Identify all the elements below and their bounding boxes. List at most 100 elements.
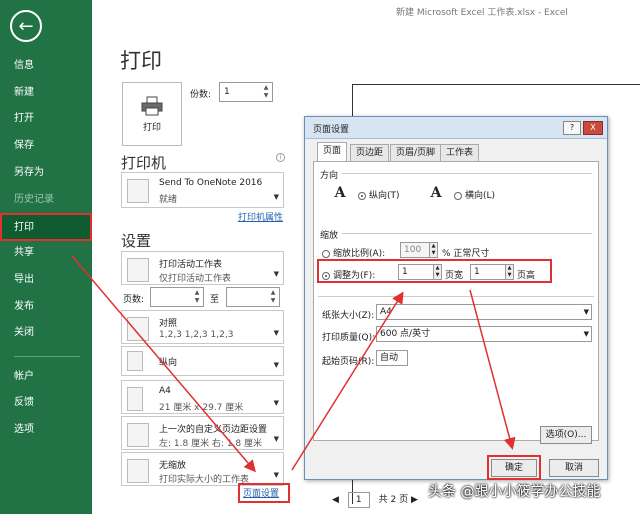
dialog-title: 页面设置	[313, 125, 350, 135]
adjust-to-radio[interactable]: 缩放比例(A):	[322, 246, 385, 259]
nav-divider	[14, 356, 80, 357]
tab-header-footer[interactable]: 页眉/页脚	[390, 144, 442, 161]
spin-up-icon[interactable]: ▲	[269, 289, 277, 297]
paper-size-dropdown[interactable]: A4 21 厘米 x 29.7 厘米 ▼	[121, 380, 284, 414]
print-scope-dropdown[interactable]: 打印活动工作表 仅打印活动工作表 ▼	[121, 251, 284, 285]
scaling-dropdown[interactable]: 无缩放 打印实际大小的工作表 ▼	[121, 452, 284, 486]
chevron-down-icon: ▼	[273, 270, 279, 278]
printer-dropdown[interactable]: Send To OneNote 2016 就绪 ▼	[121, 172, 284, 208]
page-setup-dialog: 页面设置 ? X 页面 页边距 页眉/页脚 工作表 方向 A 纵向(T) A 横…	[304, 116, 608, 480]
back-arrow-icon[interactable]: ←	[10, 10, 42, 42]
options-button[interactable]: 选项(O)...	[540, 426, 592, 444]
orientation-group-label: 方向	[320, 171, 339, 181]
paper-size-select[interactable]: A4 ▼	[376, 304, 592, 320]
tab-margins[interactable]: 页边距	[350, 144, 390, 161]
ok-button[interactable]: 确定	[491, 459, 537, 477]
chevron-down-icon: ▼	[583, 308, 589, 316]
printer-icon	[141, 96, 163, 115]
fit-pages-wide-input[interactable]: 1	[398, 264, 434, 280]
adjust-to-label: 缩放比例(A):	[333, 249, 386, 259]
tab-sheet[interactable]: 工作表	[440, 144, 480, 161]
nav-feedback[interactable]: 反馈	[0, 390, 92, 416]
scale-percent-input[interactable]: 100	[400, 242, 430, 258]
orientation-value: 纵向	[159, 358, 178, 368]
portrait-icon: A	[334, 185, 346, 201]
scale-spin-icon[interactable]: ▲ ▼	[429, 242, 438, 258]
scaling-line2: 打印实际大小的工作表	[159, 475, 250, 485]
nav-options[interactable]: 选项	[0, 417, 92, 443]
print-quality-value: 600 点/英寸	[380, 329, 431, 339]
chevron-down-icon: ▼	[273, 329, 279, 337]
landscape-radio[interactable]: 横向(L)	[454, 188, 495, 201]
nav-save[interactable]: 保存	[0, 133, 92, 159]
percent-normal-label: % 正常尺寸	[442, 249, 490, 259]
spin-down-icon[interactable]: ▼	[193, 297, 201, 305]
collate-dropdown[interactable]: 对照 1,2,3 1,2,3 1,2,3 ▼	[121, 310, 284, 344]
nav-publish[interactable]: 发布	[0, 294, 92, 320]
spin-up-icon[interactable]: ▲	[193, 289, 201, 297]
tab-panel: 方向 A 纵向(T) A 横向(L) 缩放 缩放比例(A): 100 ▲ ▼ % …	[313, 161, 599, 444]
page-setup-link[interactable]: 页面设置	[243, 486, 279, 499]
spin-up-icon[interactable]: ▲	[262, 84, 270, 92]
tall-spin-icon[interactable]: ▲ ▼	[505, 264, 514, 280]
prev-page-icon[interactable]: ◀	[332, 495, 339, 505]
next-page-icon[interactable]: ▶	[411, 495, 418, 505]
divider	[318, 296, 594, 297]
page-total: 共 2 页	[378, 495, 409, 505]
pages-to-input[interactable]: ▲ ▼	[226, 287, 280, 307]
first-page-label: 起始页码(R):	[322, 357, 375, 367]
nav-new[interactable]: 新建	[0, 80, 92, 106]
print-button-label: 打印	[142, 122, 161, 133]
info-icon[interactable]: i	[276, 153, 285, 162]
pages-from-input[interactable]: ▲ ▼	[150, 287, 204, 307]
radio-icon	[322, 249, 330, 258]
nav-share[interactable]: 共享	[0, 240, 92, 266]
printer-name: Send To OneNote 2016	[159, 178, 263, 188]
fit-pages-tall-input[interactable]: 1	[470, 264, 506, 280]
paper-size-value: A4	[380, 307, 392, 317]
pages-tall-label: 页高	[517, 271, 536, 281]
chevron-down-icon: ▼	[273, 471, 279, 479]
chevron-down-icon: ▼	[583, 330, 589, 338]
radio-selected-icon	[358, 191, 366, 200]
scaling-icon	[127, 459, 149, 483]
chevron-down-icon: ▼	[273, 399, 279, 407]
wide-spin-icon[interactable]: ▲ ▼	[433, 264, 442, 280]
pages-label: 页数:	[123, 295, 145, 305]
landscape-icon: A	[430, 185, 442, 201]
help-button[interactable]: ?	[563, 121, 581, 135]
scope-line2: 仅打印活动工作表	[159, 274, 232, 284]
radio-icon	[454, 191, 462, 200]
nav-account[interactable]: 帐户	[0, 364, 92, 390]
margins-line2: 左: 1.8 厘米 右: 1.8 厘米	[159, 439, 262, 449]
margins-dropdown[interactable]: 上一次的自定义页边距设置 左: 1.8 厘米 右: 1.8 厘米 ▼	[121, 416, 284, 450]
spin-down-icon[interactable]: ▼	[262, 92, 270, 100]
printer-section-title: 打印机	[121, 154, 167, 172]
nav-save-as[interactable]: 另存为	[0, 160, 92, 186]
close-button[interactable]: X	[583, 121, 603, 135]
nav-export[interactable]: 导出	[0, 267, 92, 293]
orientation-dropdown[interactable]: 纵向 ▼	[121, 346, 284, 376]
paper-size-label: 纸张大小(Z):	[322, 311, 375, 321]
nav-info[interactable]: 信息	[0, 53, 92, 79]
sheet-icon	[127, 258, 149, 282]
nav-close[interactable]: 关闭	[0, 320, 92, 346]
fit-to-radio[interactable]: 调整为(F):	[322, 268, 375, 281]
scaling-line1: 无缩放	[159, 461, 187, 471]
dialog-titlebar: 页面设置 ? X	[305, 117, 607, 139]
copies-stepper[interactable]: 1 ▲ ▼	[219, 82, 273, 102]
first-page-input[interactable]: 自动	[376, 350, 408, 366]
spin-down-icon[interactable]: ▼	[269, 297, 277, 305]
cancel-button[interactable]: 取消	[549, 459, 599, 477]
print-quality-select[interactable]: 600 点/英寸 ▼	[376, 326, 592, 342]
tab-page[interactable]: 页面	[317, 142, 348, 162]
print-button[interactable]: 打印	[122, 82, 182, 146]
page-number-input[interactable]: 1	[347, 492, 370, 508]
nav-print[interactable]: 打印	[0, 213, 92, 241]
collate-line1: 对照	[159, 319, 178, 329]
nav-history[interactable]: 历史记录	[0, 187, 92, 213]
printer-properties-link[interactable]: 打印机属性	[238, 210, 283, 223]
portrait-radio[interactable]: 纵向(T)	[358, 188, 400, 201]
chevron-down-icon: ▼	[273, 193, 279, 201]
nav-open[interactable]: 打开	[0, 106, 92, 132]
